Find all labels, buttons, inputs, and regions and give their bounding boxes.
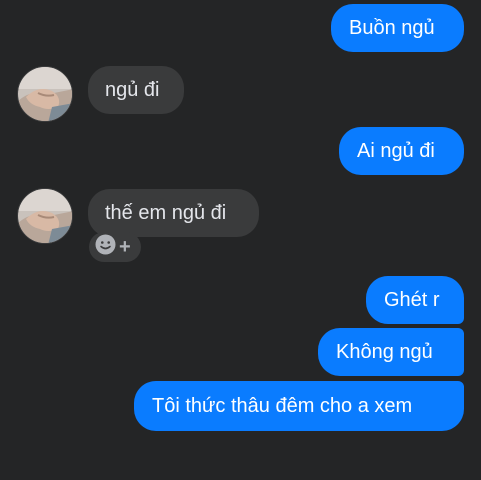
outgoing-message-bubble[interactable]: Ghét r	[366, 276, 464, 324]
smiley-face-icon	[95, 234, 116, 260]
contact-avatar[interactable]	[17, 188, 73, 244]
message-text: Không ngủ	[336, 341, 433, 363]
outgoing-message-bubble[interactable]: Tôi thức thâu đêm cho a xem	[134, 381, 464, 431]
message-text: ngủ đi	[105, 79, 160, 101]
incoming-message-bubble[interactable]: ngủ đi	[88, 66, 184, 114]
outgoing-message-bubble[interactable]: Ai ngủ đi	[339, 127, 464, 175]
outgoing-message-bubble[interactable]: Không ngủ	[318, 328, 464, 376]
outgoing-message-bubble[interactable]: Buồn ngủ	[331, 4, 464, 52]
message-text: Tôi thức thâu đêm cho a xem	[152, 395, 413, 417]
incoming-message-bubble[interactable]: thế em ngủ đi	[88, 189, 259, 237]
plus-icon: +	[119, 236, 131, 258]
add-reaction-button[interactable]: +	[89, 232, 141, 262]
message-text: thế em ngủ đi	[105, 202, 227, 224]
message-text: Buồn ngủ	[349, 17, 435, 39]
message-text: Ai ngủ đi	[357, 140, 435, 162]
message-text: Ghét r	[384, 289, 440, 311]
contact-avatar[interactable]	[17, 66, 73, 122]
